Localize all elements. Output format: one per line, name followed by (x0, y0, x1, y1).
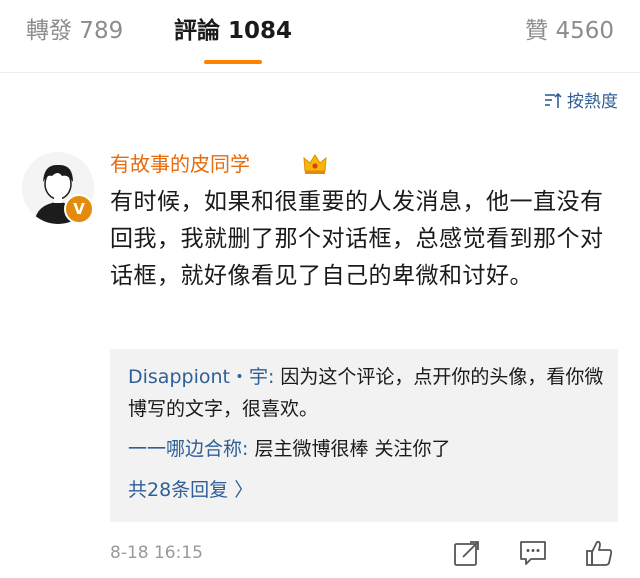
crown-icon (303, 154, 327, 174)
share-icon[interactable] (452, 538, 482, 568)
tab-bar: 轉發 789 評論 1084 贊 4560 (0, 0, 640, 73)
verified-badge: V (64, 194, 94, 224)
tab-likes[interactable]: 贊 4560 (525, 16, 614, 46)
active-tab-indicator (204, 60, 262, 64)
reply-preview-box[interactable]: Disappiont・宇: 因为这个评论，点开你的头像，看你微博写的文字，很喜欢… (110, 349, 618, 522)
tab-comments[interactable]: 評論 1084 (174, 16, 292, 46)
reply-username[interactable]: Disappiont・宇: (128, 366, 274, 388)
comment-username[interactable]: 有故事的皮同学 (110, 150, 250, 178)
reply-item[interactable]: Disappiont・宇: 因为这个评论，点开你的头像，看你微博写的文字，很喜欢… (128, 361, 608, 425)
reply-item[interactable]: 一一哪边合称: 层主微博很棒 关注你了 (128, 433, 608, 465)
reply-text: 层主微博很棒 关注你了 (248, 438, 451, 460)
tab-repost[interactable]: 轉發 789 (26, 16, 123, 46)
comment-icon[interactable] (518, 538, 548, 568)
like-icon[interactable] (584, 538, 614, 568)
sort-label: 按熱度 (567, 92, 618, 112)
sort-by-popularity-button[interactable]: 按熱度 (543, 90, 618, 114)
comment-text: 有时候，如果和很重要的人发消息，他一直没有回我，我就删了那个对话框，总感觉看到那… (110, 189, 604, 289)
view-all-replies-link[interactable]: 共28条回复 〉 (128, 475, 253, 505)
reply-username[interactable]: 一一哪边合称: (128, 438, 248, 460)
comment-timestamp: 8-18 16:15 (110, 543, 203, 563)
sort-icon (545, 92, 562, 108)
